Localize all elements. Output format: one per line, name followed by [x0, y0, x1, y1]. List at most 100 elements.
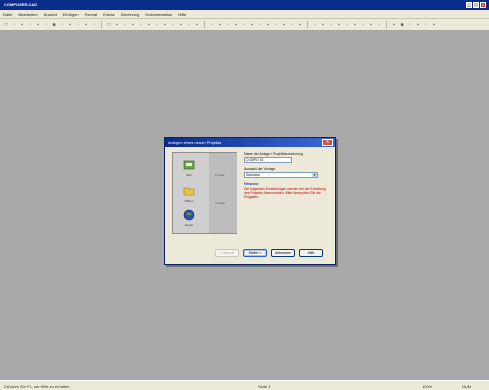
toolbar-button[interactable]: ▪ — [249, 22, 255, 28]
dialog-title: Anlegen eines neuen Projekts — [168, 140, 222, 145]
toolbar-button[interactable]: ▪ — [297, 22, 303, 28]
menu-item-view[interactable]: Ansicht — [44, 12, 57, 17]
next-button[interactable]: Weiter > — [243, 249, 267, 257]
toolbar-button[interactable]: ▪ — [415, 22, 421, 28]
toolbar-button[interactable]: ▫ — [186, 22, 192, 28]
app-title: COMPOSER.CAD — [4, 2, 38, 7]
toolbar-button[interactable]: ▪ — [67, 22, 73, 28]
toolbar-button[interactable]: ▪ — [146, 22, 152, 28]
option-open[interactable]: Öffnen — [178, 185, 200, 203]
dialog-close-button[interactable]: x — [322, 139, 333, 146]
toolbar-button[interactable]: ▫ — [241, 22, 247, 28]
minimize-button[interactable]: _ — [466, 2, 472, 8]
menu-item-tools[interactable]: Extras — [103, 12, 114, 17]
dialog-title-bar: Anlegen eines neuen Projekts x — [165, 138, 335, 147]
option-import[interactable]: Import — [178, 209, 200, 227]
toolbar-button[interactable]: ▪ — [217, 22, 223, 28]
toolbar-button[interactable]: ▫ — [289, 22, 295, 28]
toolbar-button[interactable]: ▫ — [344, 22, 350, 28]
back-button[interactable]: < Zurück — [215, 249, 239, 257]
hint-title: Hinweis: — [244, 182, 259, 186]
menu-item-help[interactable]: Hilfe — [178, 12, 186, 17]
status-num: NUM — [462, 384, 472, 389]
toolbar-button[interactable]: ▪ — [19, 22, 25, 28]
panel-label-project: Projekt — [215, 173, 225, 177]
toolbar-button[interactable]: ▫ — [170, 22, 176, 28]
toolbar-separator — [204, 21, 205, 28]
toolbar-button[interactable]: ▫ — [328, 22, 334, 28]
toolbar-button[interactable]: ▫ — [225, 22, 231, 28]
toolbar-button[interactable]: ▫ — [154, 22, 160, 28]
toolbar-button[interactable]: ▪ — [391, 22, 397, 28]
project-name-label: Name der Anlage / Projektbezeichnung — [244, 152, 303, 156]
globe-icon — [183, 209, 195, 221]
toolbar-button[interactable]: ▫ — [75, 22, 81, 28]
toolbar-button[interactable]: ▪ — [83, 22, 89, 28]
toolbar-button[interactable]: ▪ — [352, 22, 358, 28]
toolbar-button[interactable]: ▫ — [407, 22, 413, 28]
toolbar-button[interactable]: ▫ — [312, 22, 318, 28]
toolbar-button[interactable]: ▪ — [162, 22, 168, 28]
cancel-button[interactable]: Abbrechen — [271, 249, 295, 257]
menu-item-documentation[interactable]: Dokumentation — [145, 12, 172, 17]
status-page: Seite 1 — [258, 384, 271, 389]
toolbar-button[interactable]: ▫ — [27, 22, 33, 28]
toolbar-button[interactable]: ▫ — [209, 22, 215, 28]
toolbar-button[interactable]: ▫ — [273, 22, 279, 28]
toolbar-button[interactable]: ■ — [51, 22, 57, 28]
toolbar-button[interactable]: □ — [106, 22, 112, 28]
menu-bar: Datei Bearbeiten Ansicht Einfügen Format… — [0, 10, 489, 19]
status-bar: Drücken Sie F1, um Hilfe zu erhalten. Se… — [0, 380, 489, 390]
help-button[interactable]: Hilfe — [299, 249, 323, 257]
project-name-input[interactable]: COMPO 01 — [244, 157, 292, 163]
toolbar-button[interactable]: ▪ — [130, 22, 136, 28]
toolbar-button[interactable]: ▫ — [43, 22, 49, 28]
toolbar-button[interactable]: ▫ — [122, 22, 128, 28]
toolbar-button[interactable]: ▪ — [320, 22, 326, 28]
option-open-label: Öffnen — [184, 199, 194, 203]
toolbar-button[interactable]: ▫ — [91, 22, 97, 28]
template-select-value: Standard — [246, 173, 260, 177]
toolbar-button[interactable]: ▪ — [114, 22, 120, 28]
option-new-label: Neu — [186, 173, 192, 177]
maximize-button[interactable]: □ — [473, 2, 479, 8]
toolbar-button[interactable]: ▪ — [336, 22, 342, 28]
toolbar-separator — [307, 21, 308, 28]
status-text: Drücken Sie F1, um Hilfe zu erhalten. — [4, 384, 71, 389]
close-button[interactable]: x — [480, 2, 486, 8]
toolbar-button[interactable]: ▫ — [257, 22, 263, 28]
window-controls: _ □ x — [466, 2, 486, 8]
toolbar-button[interactable]: ▫ — [360, 22, 366, 28]
toolbar-button[interactable]: ▫ — [138, 22, 144, 28]
menu-item-format[interactable]: Format — [85, 12, 98, 17]
toolbar-button[interactable]: ▪ — [368, 22, 374, 28]
status-zoom: 100% — [422, 384, 433, 389]
toolbar-button[interactable]: ■ — [399, 22, 405, 28]
toolbar-button[interactable]: ▪ — [281, 22, 287, 28]
menu-item-file[interactable]: Datei — [3, 12, 12, 17]
toolbar-button[interactable]: ▫ — [59, 22, 65, 28]
toolbar: □ ▫ ▪ ▫ ▪ ▫ ■ ▫ ▪ ▫ ▪ ▫ □ ▪ ▫ ▪ ▫ ▪ ▫ ▪ ▫ ▪ ▫ ▪ ▫ ▪ ▫ ▪ ▫ ▪ ▫ ▪ ▫ ▪ ▫ ▪ ▫ ▪ ▫ ▪… — [0, 19, 489, 31]
toolbar-button[interactable]: ▪ — [233, 22, 239, 28]
toolbar-button[interactable]: ▫ — [11, 22, 17, 28]
menu-item-insert[interactable]: Einfügen — [63, 12, 79, 17]
wizard-content: Name der Anlage / Projektbezeichnung COM… — [244, 152, 332, 200]
toolbar-button[interactable]: ▪ — [35, 22, 41, 28]
folder-icon — [183, 187, 195, 196]
template-select[interactable]: Standard ▼ — [244, 172, 318, 178]
toolbar-button[interactable]: ▪ — [194, 22, 200, 28]
menu-item-drawing[interactable]: Zeichnung — [121, 12, 140, 17]
menu-item-edit[interactable]: Bearbeiten — [18, 12, 37, 17]
new-project-dialog: Anlegen eines neuen Projekts x Projekt V… — [164, 137, 336, 265]
toolbar-button[interactable]: ▫ — [423, 22, 429, 28]
dialog-button-row: < Zurück Weiter > Abbrechen Hilfe — [215, 249, 323, 257]
toolbar-button[interactable]: ▪ — [431, 22, 437, 28]
toolbar-button[interactable]: ▪ — [265, 22, 271, 28]
toolbar-separator — [386, 21, 387, 28]
toolbar-button[interactable]: ▫ — [376, 22, 382, 28]
template-label: Auswahl der Vorlage — [244, 167, 276, 171]
toolbar-button[interactable]: ▪ — [178, 22, 184, 28]
toolbar-button[interactable]: □ — [3, 22, 9, 28]
new-project-icon — [183, 160, 195, 170]
option-new[interactable]: Neu — [178, 159, 200, 177]
